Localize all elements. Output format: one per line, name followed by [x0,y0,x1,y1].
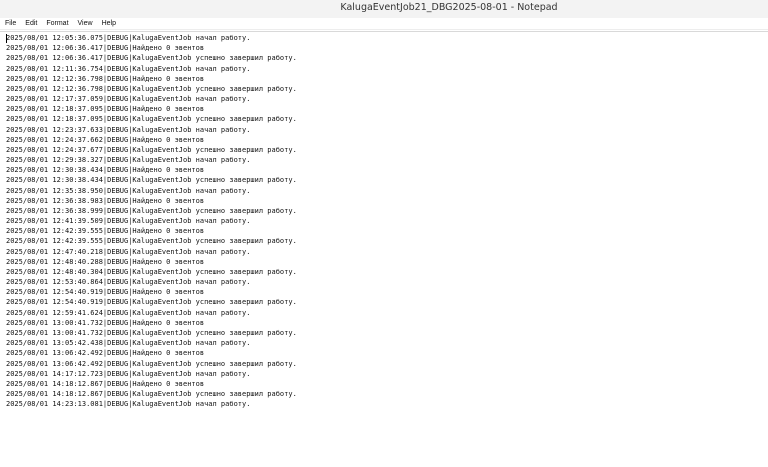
title-bar[interactable]: KalugaEventJob21_DBG2025-08-01 - Notepad [0,0,768,19]
log-line: 2025/08/01 12:06:36.417|DEBUG|KalugaEven… [6,54,297,63]
log-line: 2025/08/01 12:06:36.417|DEBUG|Найдено 0 … [6,44,205,53]
log-line: 2025/08/01 12:53:40.864|DEBUG|KalugaEven… [6,278,251,287]
window-title: KalugaEventJob21_DBG2025-08-01 - Notepad [340,2,558,13]
log-line: 2025/08/01 14:17:12.723|DEBUG|KalugaEven… [6,369,251,378]
log-line: 2025/08/01 12:36:38.983|DEBUG|Найдено 0 … [6,196,205,205]
menu-format[interactable]: Format [46,18,68,30]
log-line: 2025/08/01 12:24:37.662|DEBUG|Найдено 0 … [6,135,205,144]
log-line: 2025/08/01 12:12:36.798|DEBUG|Найдено 0 … [6,74,205,83]
log-line: 2025/08/01 12:18:37.095|DEBUG|Найдено 0 … [6,105,205,114]
log-line: 2025/08/01 12:29:38.327|DEBUG|KalugaEven… [6,156,251,165]
log-line: 2025/08/01 12:18:37.095|DEBUG|KalugaEven… [6,115,297,124]
log-line: 2025/08/01 12:36:38.999|DEBUG|KalugaEven… [6,206,297,215]
menu-bar: File Edit Format View Help [0,18,768,30]
log-line: 2025/08/01 14:23:13.081|DEBUG|KalugaEven… [6,400,251,409]
log-line: 2025/08/01 13:00:41.732|DEBUG|KalugaEven… [6,328,297,337]
log-line: 2025/08/01 12:42:39.555|DEBUG|KalugaEven… [6,237,297,246]
log-line: 2025/08/01 12:12:36.798|DEBUG|KalugaEven… [6,84,297,93]
log-line: 2025/08/01 13:06:42.492|DEBUG|KalugaEven… [6,359,297,368]
log-line: 2025/08/01 12:17:37.059|DEBUG|KalugaEven… [6,95,251,104]
log-line: 2025/08/01 13:06:42.492|DEBUG|Найдено 0 … [6,349,205,358]
log-line: 2025/08/01 12:35:38.950|DEBUG|KalugaEven… [6,186,251,195]
log-line: 2025/08/01 13:00:41.732|DEBUG|Найдено 0 … [6,318,205,327]
menu-edit[interactable]: Edit [25,18,37,30]
log-line: 2025/08/01 12:30:38.434|DEBUG|KalugaEven… [6,176,297,185]
log-line: 2025/08/01 12:05:36.075|DEBUG|KalugaEven… [6,34,251,42]
log-line: 2025/08/01 12:24:37.677|DEBUG|KalugaEven… [6,145,297,154]
log-line: 2025/08/01 12:54:40.919|DEBUG|Найдено 0 … [6,288,205,297]
log-line: 2025/08/01 12:11:36.754|DEBUG|KalugaEven… [6,64,251,73]
log-line: 2025/08/01 12:42:39.555|DEBUG|Найдено 0 … [6,227,205,236]
log-line: 2025/08/01 12:41:39.509|DEBUG|KalugaEven… [6,217,251,226]
menu-file[interactable]: File [5,18,16,30]
log-line: 2025/08/01 14:18:12.867|DEBUG|Найдено 0 … [6,379,205,388]
text-editor-area[interactable]: 2025/08/01 12:05:36.075|DEBUG|KalugaEven… [0,31,768,467]
text-caret [6,34,7,43]
log-line: 2025/08/01 12:30:38.434|DEBUG|Найдено 0 … [6,166,205,175]
menu-help[interactable]: Help [102,18,116,30]
log-line: 2025/08/01 13:05:42.438|DEBUG|KalugaEven… [6,339,251,348]
log-line: 2025/08/01 12:23:37.633|DEBUG|KalugaEven… [6,125,251,134]
log-line: 2025/08/01 12:48:40.288|DEBUG|Найдено 0 … [6,257,205,266]
log-line: 2025/08/01 12:54:40.919|DEBUG|KalugaEven… [6,298,297,307]
log-line: 2025/08/01 12:48:40.304|DEBUG|KalugaEven… [6,267,297,276]
log-line: 2025/08/01 12:47:40.218|DEBUG|KalugaEven… [6,247,251,256]
log-line: 2025/08/01 14:18:12.867|DEBUG|KalugaEven… [6,390,297,399]
menu-view[interactable]: View [78,18,93,30]
log-line: 2025/08/01 12:59:41.624|DEBUG|KalugaEven… [6,308,251,317]
